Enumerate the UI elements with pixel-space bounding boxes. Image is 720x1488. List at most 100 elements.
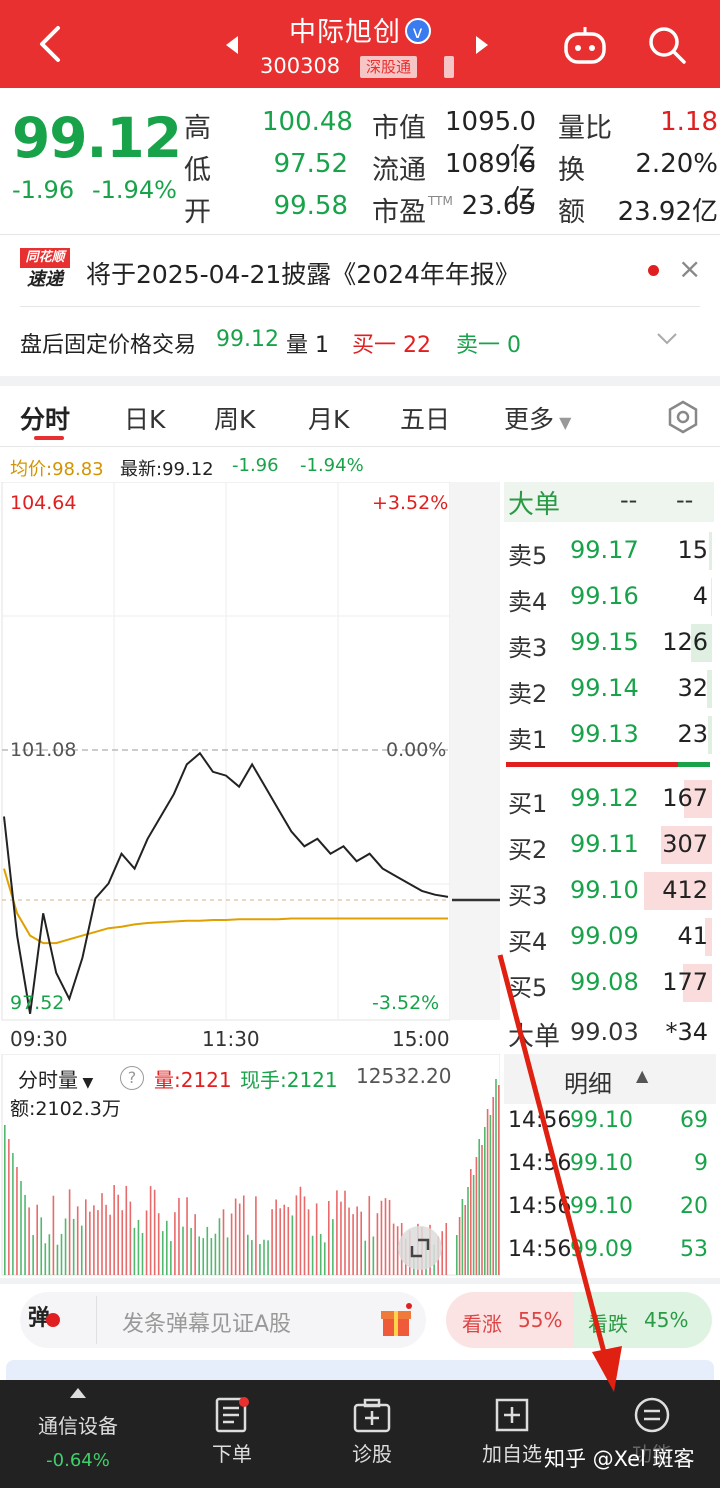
volume-bar xyxy=(32,1235,34,1275)
volume-bar xyxy=(259,1243,261,1275)
stat-label: 额 xyxy=(558,197,585,228)
active-tab-indicator xyxy=(34,436,64,440)
big-order-header: 大单 -- -- xyxy=(504,482,714,522)
volume-bar xyxy=(242,1195,245,1275)
search-icon[interactable] xyxy=(646,24,688,66)
volume-bar xyxy=(137,1219,140,1275)
after-hours-label: 盘后固定价格交易 xyxy=(20,333,197,358)
volume-bar xyxy=(72,1218,75,1275)
caret-up-icon xyxy=(70,1388,86,1398)
news-logo-bottom: 速递 xyxy=(27,269,63,290)
chart-ref-label: 101.08 xyxy=(10,739,77,761)
volume-bar xyxy=(461,1199,464,1275)
volume-bar xyxy=(287,1207,290,1275)
after-hours-buy1: 买一 22 xyxy=(352,333,431,358)
volume-bar xyxy=(117,1194,119,1275)
volume-bar xyxy=(109,1214,111,1275)
extra-tag xyxy=(444,56,454,78)
stock-code: 300308 xyxy=(260,54,341,78)
hand-value: 现手:2121 xyxy=(240,1068,338,1092)
stat-value: 100.48 xyxy=(262,107,353,137)
volume-bar xyxy=(89,1211,91,1275)
stat-label: 高 xyxy=(184,113,211,144)
volume-bar xyxy=(315,1203,318,1275)
next-stock-arrow-icon[interactable] xyxy=(476,36,488,54)
order-volume: 167 xyxy=(662,784,708,812)
expand-chart-button[interactable] xyxy=(398,1226,442,1270)
order-volume: 23 xyxy=(677,720,708,748)
gift-icon[interactable] xyxy=(380,1302,412,1338)
latest-price: 最新:99.12 xyxy=(120,459,214,480)
volume-bar xyxy=(360,1211,362,1275)
news-headline[interactable]: 将于2025-04-21披露《2024年年报》 xyxy=(86,255,520,291)
order-icon xyxy=(215,1397,249,1433)
tab-daily-k[interactable]: 日K xyxy=(124,400,165,436)
volume-bar xyxy=(295,1195,298,1275)
order-price: 99.15 xyxy=(570,628,639,656)
stat-label: 开 xyxy=(184,197,211,228)
danmaku-toggle-button[interactable]: 弹 xyxy=(28,1300,80,1340)
bullish-vote-button[interactable]: 看涨 55% xyxy=(446,1292,574,1348)
order-price: 99.09 xyxy=(570,922,639,950)
order-button[interactable]: 下单 xyxy=(172,1438,292,1467)
order-book-row[interactable]: 买5 99.08 177 xyxy=(508,962,712,1006)
tab-more[interactable]: 更多 ▼ xyxy=(504,400,571,436)
order-volume: 126 xyxy=(662,628,708,656)
order-book-row[interactable]: 卖5 99.17 15 xyxy=(508,530,712,574)
volume-bar xyxy=(230,1213,233,1275)
volume-bar xyxy=(247,1234,249,1275)
chevron-down-icon[interactable] xyxy=(656,332,678,346)
depth-bar xyxy=(709,532,712,570)
robot-assistant-icon[interactable] xyxy=(562,24,608,66)
diagnose-button[interactable]: 诊股 xyxy=(312,1438,432,1467)
order-level-label: 买4 xyxy=(508,928,548,956)
big-order-label: 大单 xyxy=(508,490,561,520)
volume-max: 12532.20 xyxy=(356,1064,452,1088)
volume-bar xyxy=(28,1207,30,1275)
menu-icon xyxy=(634,1397,670,1433)
sector-change: -0.64% xyxy=(46,1450,110,1471)
order-book-row[interactable]: 卖1 99.13 23 xyxy=(508,714,712,758)
detail-header[interactable]: 明细 ▲ xyxy=(504,1054,716,1104)
order-book-row[interactable]: 卖4 99.16 4 xyxy=(508,576,712,620)
danmaku-input[interactable]: 发条弹幕见证A股 xyxy=(122,1306,291,1338)
volume-bar xyxy=(36,1204,38,1275)
tab-weekly-k[interactable]: 周K xyxy=(214,400,255,436)
order-price: 99.11 xyxy=(570,830,639,858)
help-icon[interactable]: ? xyxy=(120,1066,144,1090)
order-level-label: 卖3 xyxy=(508,634,548,662)
bearish-vote-button[interactable]: 看跌 45% xyxy=(574,1292,712,1348)
depth-bar xyxy=(711,578,712,616)
order-book-row[interactable]: 买4 99.09 41 xyxy=(508,916,712,960)
close-news-button[interactable]: × xyxy=(678,252,701,285)
order-book-row[interactable]: 买2 99.11 307 xyxy=(508,824,712,868)
volume-bar xyxy=(456,1235,458,1275)
volume-bar xyxy=(153,1189,156,1275)
order-book-row[interactable]: 卖3 99.15 126 xyxy=(508,622,712,666)
volume-bar xyxy=(392,1223,395,1275)
tab-monthly-k[interactable]: 月K xyxy=(308,400,349,436)
volume-bar xyxy=(80,1225,83,1275)
order-book-row[interactable]: 买3 99.10 412 xyxy=(508,870,712,914)
sector-name[interactable]: 通信设备 xyxy=(18,1410,138,1439)
volume-bar xyxy=(484,1127,486,1275)
volume-bar xyxy=(380,1200,383,1275)
volume-bar xyxy=(486,1109,489,1275)
trade-vol: 69 xyxy=(680,1108,708,1133)
add-watchlist-icon xyxy=(495,1398,529,1432)
tab-intraday[interactable]: 分时 xyxy=(20,400,70,436)
news-logo-top: 同花顺 xyxy=(20,248,70,268)
volume-bar xyxy=(344,1190,346,1275)
volume-bar xyxy=(12,1153,14,1275)
volume-bar xyxy=(234,1198,237,1275)
volume-bar xyxy=(271,1209,273,1275)
volume-bar xyxy=(336,1190,338,1275)
volume-bar xyxy=(226,1237,229,1275)
order-book-row[interactable]: 买1 99.12 167 xyxy=(508,778,712,822)
tab-five-day[interactable]: 五日 xyxy=(400,400,450,436)
time-label-noon: 11:30 xyxy=(202,1027,260,1051)
stat-value: 2.20% xyxy=(635,149,718,179)
volume-selector[interactable]: 分时量 ▼ xyxy=(18,1064,93,1093)
settings-hexagon-icon[interactable] xyxy=(666,400,700,434)
order-book-row[interactable]: 卖2 99.14 32 xyxy=(508,668,712,712)
